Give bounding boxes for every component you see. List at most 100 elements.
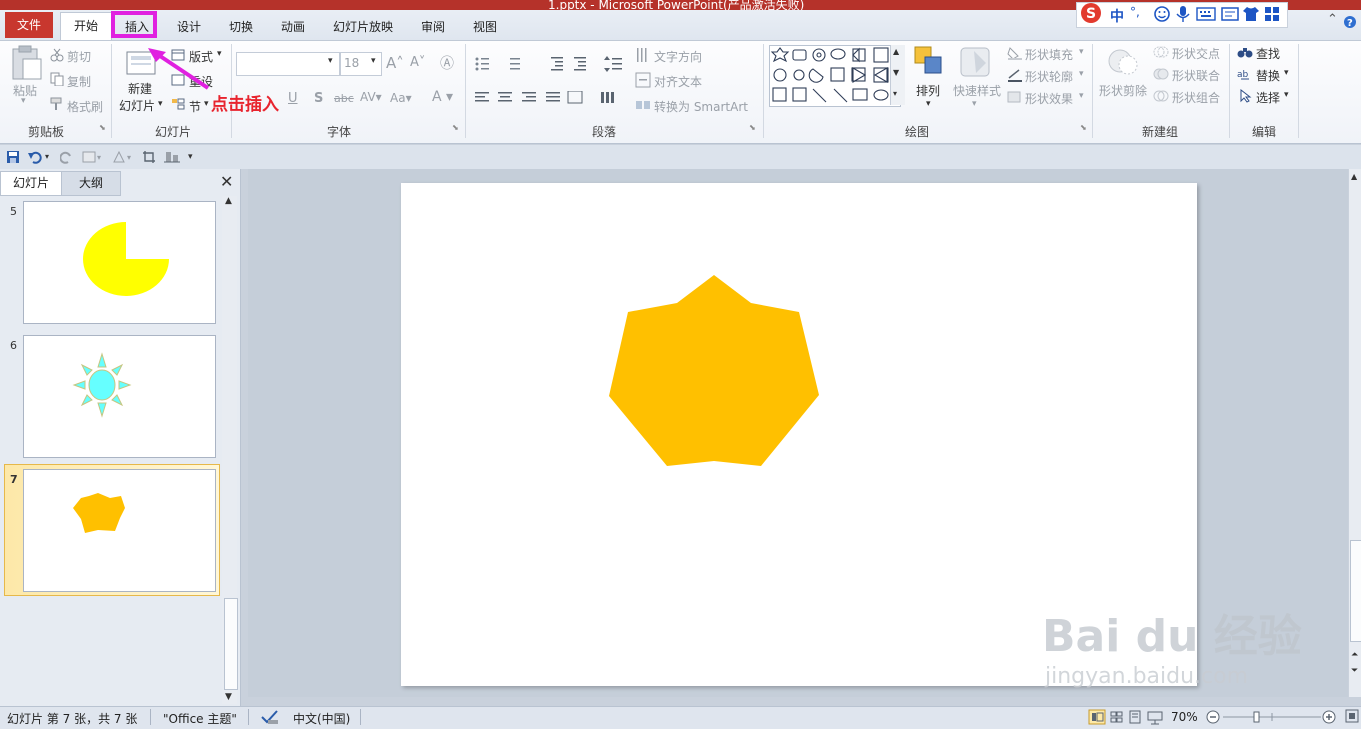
font-name-combobox[interactable] [236,52,340,76]
microphone-icon[interactable] [1175,5,1191,23]
replace-button[interactable]: 替换 [1256,67,1280,84]
quick-styles-label[interactable]: 快速样式 [953,82,1001,99]
shape-effects-dropdown-icon[interactable]: ▾ [1079,91,1084,101]
font-name-dropdown-icon[interactable]: ▾ [328,56,333,66]
quick-styles-dropdown-icon[interactable]: ▾ [972,99,977,109]
canvas-scroll-thumb[interactable] [1350,540,1361,642]
new-slide-dropdown-icon[interactable]: ▾ [158,99,163,109]
clipboard-launcher-icon[interactable]: ⬊ [99,123,106,132]
shape-subtract-label[interactable]: 形状剪除 [1099,82,1147,99]
help-icon[interactable]: ? [1343,15,1357,29]
zoom-level[interactable]: 70% [1171,710,1198,724]
shrink-font-icon[interactable]: A˅ [410,55,425,70]
gallery-down-icon[interactable]: ▼ [893,68,899,77]
emoji-icon[interactable] [1153,5,1171,23]
indent-icons[interactable] [550,56,590,72]
slide-thumbnail-7[interactable] [23,469,216,592]
save-icon[interactable] [6,150,20,164]
prev-slide-icon[interactable]: ⏶ [1351,650,1358,660]
undo-dropdown-icon[interactable]: ▾ [45,152,49,161]
minimize-ribbon-icon[interactable]: ⌃ [1327,12,1338,27]
strikethrough-icon[interactable]: abc [334,92,354,105]
select-button[interactable]: 选择 [1256,89,1280,106]
keyboard-icon[interactable] [1196,7,1216,21]
sogou-logo-icon[interactable]: S [1079,2,1103,24]
bullets-icons[interactable] [474,56,544,72]
arrange-icon[interactable] [913,45,945,77]
tab-slideshow[interactable]: 幻灯片放映 [333,18,393,35]
fit-slide-icon[interactable] [1345,709,1359,723]
tab-view[interactable]: 视图 [473,18,497,35]
arrange-label[interactable]: 排列 [916,82,940,99]
shape-fill-dropdown-icon[interactable]: ▾ [1079,47,1084,57]
cut-button[interactable]: 剪切 [67,48,91,65]
ime-lang[interactable]: 中 [1110,6,1124,26]
shape-thumbnails-icons[interactable] [771,47,897,105]
close-pane-icon[interactable]: ✕ [220,172,233,191]
section-dropdown-icon[interactable]: ▾ [204,99,209,109]
shape-outline-button[interactable]: 形状轮廓 [1025,68,1073,85]
ime-punct[interactable]: °, [1130,5,1140,19]
spellcheck-icon[interactable] [260,709,280,725]
char-spacing-icon[interactable]: AV▾ [360,90,382,104]
underline-icon[interactable]: U [288,91,298,106]
grid-menu-icon[interactable] [1264,6,1280,22]
paste-icon[interactable] [9,45,43,81]
arrange-dropdown-icon[interactable]: ▾ [926,99,931,109]
font-size-dropdown-icon[interactable]: ▾ [371,56,376,66]
tab-transitions[interactable]: 切换 [229,18,253,35]
slide-thumbnail-5[interactable] [23,201,216,324]
tab-slides-pane[interactable]: 幻灯片 [0,171,62,196]
tab-outline-pane[interactable]: 大纲 [61,171,121,196]
clear-format-icon[interactable]: Ⓐ [440,53,454,73]
format-painter-button[interactable]: 格式刷 [67,98,103,115]
slide-thumbnail-6[interactable] [23,335,216,458]
next-slide-icon[interactable]: ⏷ [1351,666,1358,676]
grow-font-icon[interactable]: A˄ [386,54,404,72]
tools-icon[interactable] [1220,5,1240,23]
font-color-icon[interactable]: A ▾ [432,89,453,105]
select-dropdown-icon[interactable]: ▾ [1284,90,1289,100]
tab-design[interactable]: 设计 [177,18,201,35]
convert-smartart-button[interactable]: 转换为 SmartArt [654,98,748,115]
text-direction-button[interactable]: 文字方向 [654,48,702,65]
drawing-launcher-icon[interactable]: ⬊ [1080,123,1087,132]
quick-styles-icon[interactable] [958,45,992,79]
tab-home[interactable]: 开始 [60,12,112,41]
shape-union-button[interactable]: 形状联合 [1172,67,1220,84]
shape-outline-dropdown-icon[interactable]: ▾ [1079,69,1084,79]
qat-customize-icon[interactable]: ▾ [188,152,193,162]
tab-review[interactable]: 审阅 [421,18,445,35]
view-buttons-icons[interactable] [1088,709,1168,725]
shape-fill-button[interactable]: 形状填充 [1025,46,1073,63]
zoom-slider[interactable] [1205,709,1345,725]
replace-dropdown-icon[interactable]: ▾ [1284,68,1289,78]
undo-icon[interactable] [27,150,43,164]
gallery-more-icon[interactable]: ▾ [893,89,897,98]
shadow-icon[interactable]: S [314,91,323,106]
shape-effects-button[interactable]: 形状效果 [1025,90,1073,107]
redo-icon[interactable] [60,150,74,164]
find-button[interactable]: 查找 [1256,45,1280,62]
slides-pane-scroll-thumb[interactable] [224,598,238,690]
align-text-button[interactable]: 对齐文本 [654,73,702,90]
tab-animations[interactable]: 动画 [281,18,305,35]
shape-combine-button[interactable]: 形状组合 [1172,89,1220,106]
shape-intersect-button[interactable]: 形状交点 [1172,45,1220,62]
gallery-up-icon[interactable]: ▲ [893,47,899,56]
alignment-icons[interactable] [474,91,624,105]
scroll-up-icon[interactable]: ▲ [225,196,232,206]
qat-align-icon[interactable] [164,150,180,164]
qat-tool-icon[interactable]: ▾ [82,150,104,164]
scroll-down-icon[interactable]: ▼ [225,692,232,702]
skin-shirt-icon[interactable] [1242,5,1260,23]
shape-subtract-icon[interactable] [1106,45,1140,79]
paste-dropdown-icon[interactable]: ▾ [21,96,26,106]
paragraph-launcher-icon[interactable]: ⬊ [749,123,756,132]
tab-file[interactable]: 文件 [5,12,53,38]
language-status[interactable]: 中文(中国) [293,710,350,727]
qat-shape-icon[interactable]: ▾ [112,150,134,164]
change-case-icon[interactable]: Aa▾ [390,91,412,105]
line-spacing-icon[interactable] [604,56,626,72]
qat-crop-icon[interactable] [142,150,156,164]
